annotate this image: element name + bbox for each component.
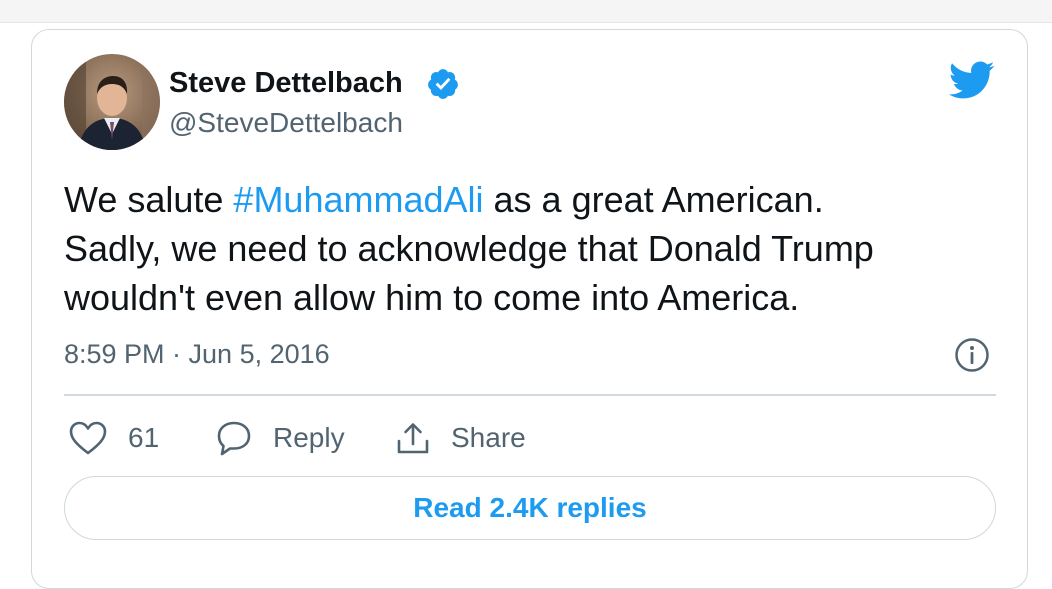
verified-badge-icon [426,67,460,101]
share-icon [395,420,431,456]
read-replies-label: Read 2.4K replies [413,492,647,523]
browser-top-strip [0,0,1052,23]
tweet-text-line-2: Sadly, we need to acknowledge that Donal… [64,228,874,269]
read-replies-button[interactable]: Read 2.4K replies [64,476,996,540]
heart-icon [68,420,108,456]
tweet-text-line-1: We salute #MuhammadAli as a great Americ… [64,175,984,224]
avatar-image [64,54,160,150]
text-segment: We salute [64,179,234,220]
like-count: 61 [128,422,160,453]
reply-label: Reply [273,422,345,453]
author-handle[interactable]: @SteveDettelbach [169,107,403,139]
tweet-text: We salute #MuhammadAli as a great Americ… [64,175,984,322]
text-segment: as a great American. [483,179,824,220]
like-button[interactable]: 61 [68,418,159,458]
hashtag-link[interactable]: #MuhammadAli [233,179,483,220]
avatar[interactable] [64,54,160,150]
reply-bubble-icon [215,420,253,456]
reply-button[interactable]: Reply [215,418,345,458]
tweet-text-line-3: wouldn't even allow him to come into Ame… [64,277,800,318]
info-icon[interactable] [954,337,990,373]
author-display-name[interactable]: Steve Dettelbach [169,67,403,100]
twitter-bird-icon[interactable] [947,60,995,100]
tweet-timestamp[interactable]: 8:59 PM · Jun 5, 2016 [64,339,330,370]
share-button[interactable]: Share [395,418,526,458]
share-label: Share [451,422,526,453]
divider [64,394,996,396]
